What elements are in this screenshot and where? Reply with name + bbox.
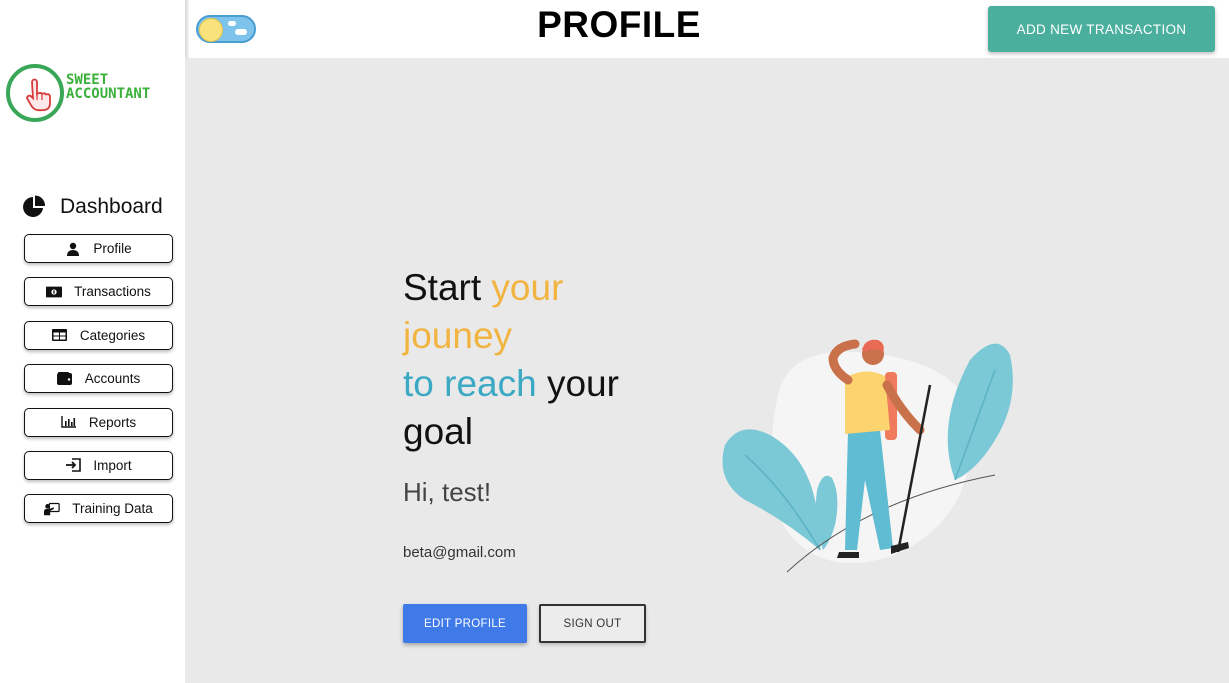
logo-line-1: SWEET xyxy=(66,72,109,88)
user-greeting: Hi, test! xyxy=(403,477,492,507)
logo-line-2: ACCOUNTANT xyxy=(66,86,151,102)
dashboard-label: Dashboard xyxy=(60,195,163,218)
profile-headline: Start your jouney to reach your goal xyxy=(403,264,703,456)
hiker-illustration xyxy=(722,339,1013,573)
chalkboard-teacher-icon xyxy=(44,502,60,516)
headline-part-5: your xyxy=(536,363,619,404)
sidebar-item-training-data[interactable]: Training Data xyxy=(24,494,173,524)
add-new-transaction-button[interactable]: ADD NEW TRANSACTION xyxy=(988,6,1215,52)
sidebar: SWEET ACCOUNTANT Dashboard Profile Trans… xyxy=(0,0,185,683)
app-logo[interactable]: SWEET ACCOUNTANT xyxy=(6,64,181,124)
headline-part-6: goal xyxy=(403,411,473,452)
sidebar-item-profile[interactable]: Profile xyxy=(24,234,173,263)
page-title: PROFILE xyxy=(537,4,701,45)
sidebar-item-label: Categories xyxy=(79,327,146,343)
table-icon xyxy=(52,328,68,342)
sidebar-item-transactions[interactable]: Transactions xyxy=(24,277,173,307)
sidebar-item-label: Training Data xyxy=(72,501,153,517)
headline-part-1: Start xyxy=(403,267,492,308)
logo-wordmark: SWEET ACCOUNTANT xyxy=(66,73,150,101)
theme-toggle[interactable] xyxy=(196,15,256,43)
sign-out-button[interactable]: SIGN OUT xyxy=(539,604,646,643)
cloud-icon xyxy=(228,21,236,26)
headline-part-4: to reach xyxy=(403,363,537,404)
bar-chart-icon xyxy=(61,415,77,429)
sidebar-item-accounts[interactable]: Accounts xyxy=(24,364,173,394)
sidebar-item-import[interactable]: Import xyxy=(24,450,173,480)
sun-icon xyxy=(199,18,223,42)
user-icon xyxy=(65,242,81,256)
pie-chart-icon xyxy=(23,195,46,217)
sidebar-item-label: Reports xyxy=(88,414,137,430)
pointing-hand-icon xyxy=(26,78,51,112)
edit-profile-button[interactable]: EDIT PROFILE xyxy=(403,604,527,643)
import-icon xyxy=(65,458,81,473)
user-email: beta@gmail.com xyxy=(403,544,516,561)
logo-circle xyxy=(6,64,64,122)
sidebar-nav: Profile Transactions Categories Accounts… xyxy=(24,234,173,538)
wallet-icon xyxy=(57,372,73,386)
cloud-icon xyxy=(235,29,247,35)
headline-part-2: your xyxy=(491,267,564,308)
dashboard-heading[interactable]: Dashboard xyxy=(22,193,163,221)
sidebar-item-label: Import xyxy=(93,457,132,473)
headline-part-3: jouney xyxy=(403,315,513,356)
sidebar-item-label: Transactions xyxy=(74,284,151,300)
sidebar-item-label: Profile xyxy=(93,241,132,256)
sidebar-item-categories[interactable]: Categories xyxy=(24,320,173,350)
sidebar-item-label: Accounts xyxy=(84,371,141,387)
main-content xyxy=(185,58,1229,683)
sidebar-item-reports[interactable]: Reports xyxy=(24,407,173,437)
money-bill-icon xyxy=(46,285,63,299)
